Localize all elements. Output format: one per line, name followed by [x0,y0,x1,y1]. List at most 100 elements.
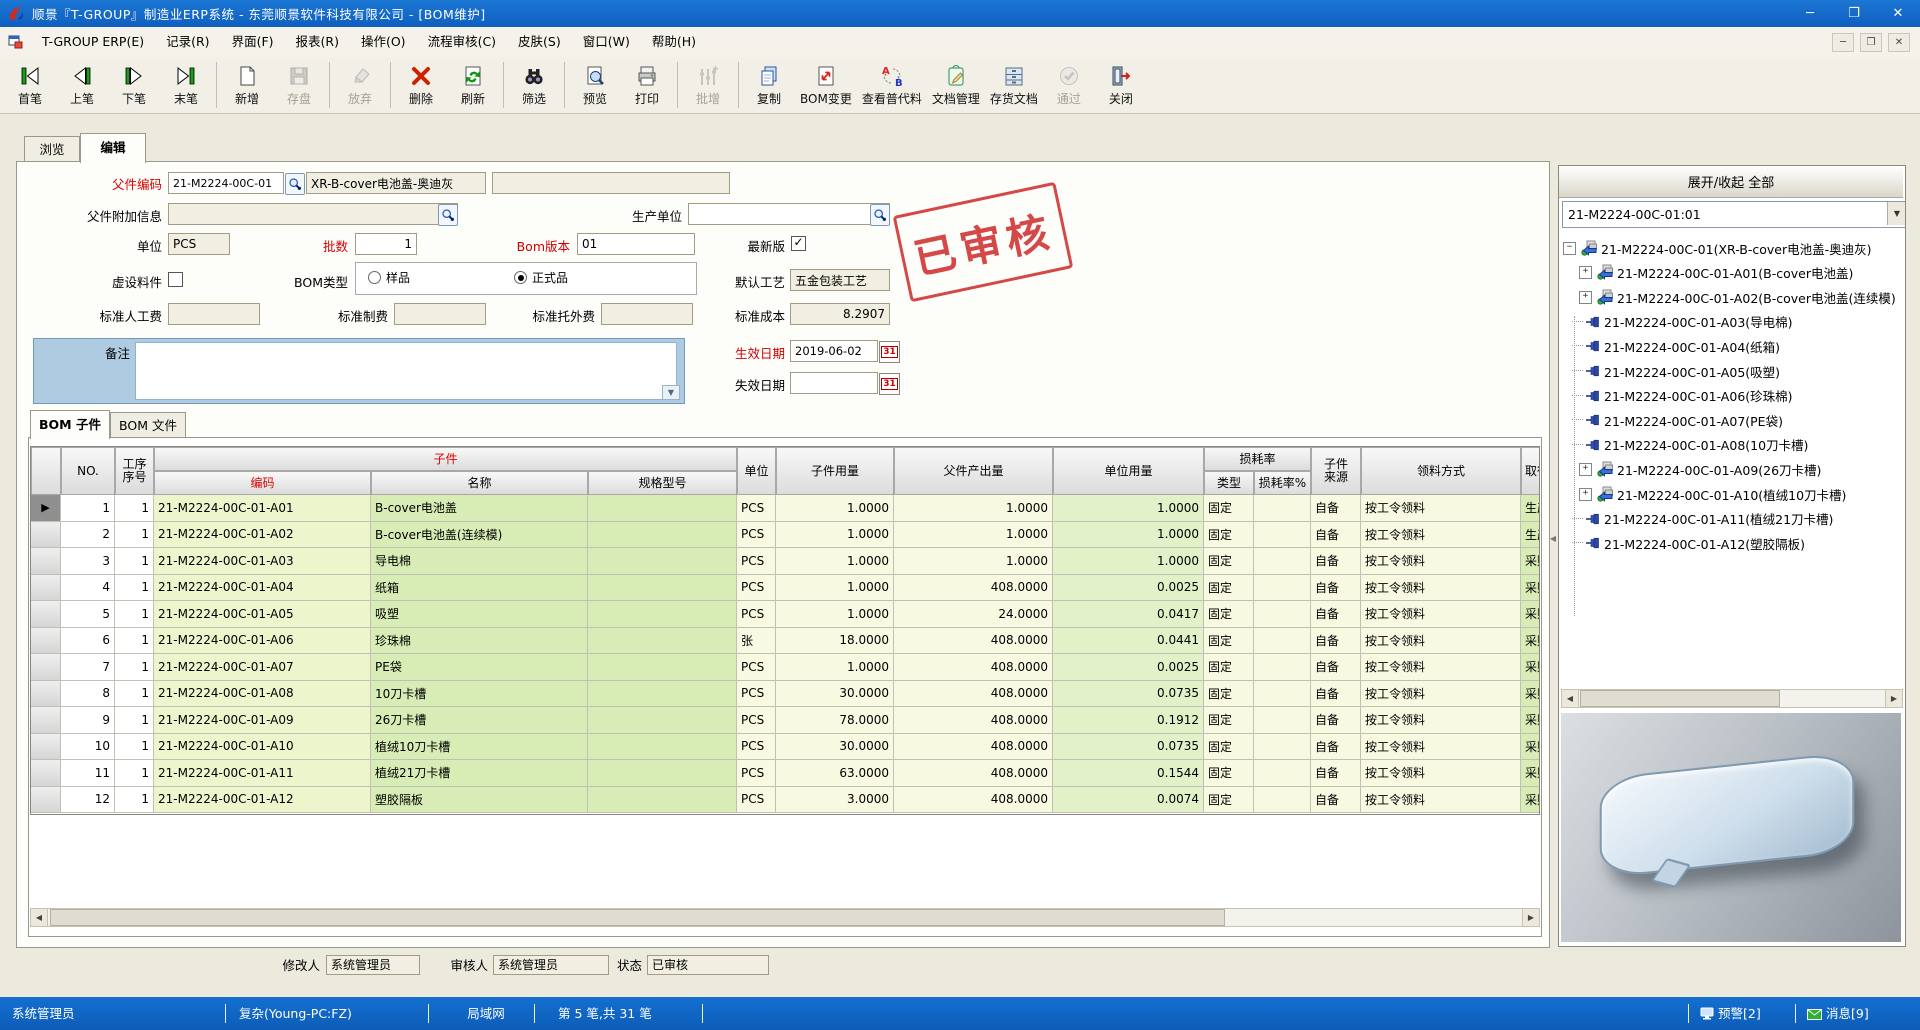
grid-cell[interactable]: 植绒10刀卡槽 [371,734,588,761]
prod-unit-lookup-button[interactable] [870,204,890,226]
tab-bom-file[interactable]: BOM 文件 [110,412,186,439]
grid-cell[interactable] [588,734,737,761]
grid-cell[interactable]: 固定 [1204,548,1254,575]
grid-cell[interactable]: 按工令领料 [1361,654,1521,681]
statusbar-alert[interactable]: 预警[2] [1700,997,1761,1030]
grid-hscrollbar[interactable]: ◀ ▶ [30,908,1540,927]
grid-cell[interactable] [1254,760,1311,787]
grid-cell[interactable]: 按工令领料 [1361,522,1521,549]
grid-cell[interactable] [1254,787,1311,814]
grid-cell[interactable]: PCS [737,575,776,602]
row-selector-cell[interactable] [31,628,61,655]
tree-combo[interactable]: 21-M2224-00C-01:01 ▼ [1562,201,1906,228]
batch-input[interactable] [355,233,417,255]
grid-cell[interactable]: 0.0735 [1053,734,1204,761]
grid-cell[interactable]: 导电棉 [371,548,588,575]
grid-cell[interactable]: 按工令领料 [1361,548,1521,575]
tree-node[interactable]: 21-M2224-00C-01-A08(10刀卡槽) [1559,433,1903,457]
grid-cell[interactable]: 固定 [1204,707,1254,734]
tab-bom-child[interactable]: BOM 子件 [30,410,110,439]
grid-cell[interactable]: 21-M2224-00C-01-A02 [154,522,371,549]
grid-cell[interactable]: 1 [115,628,154,655]
grid-cell[interactable] [1254,734,1311,761]
grid-cell[interactable] [588,628,737,655]
table-row[interactable]: 3121-M2224-00C-01-A03导电棉PCS1.00001.00001… [31,548,1540,575]
grid-cell[interactable]: 自备 [1311,601,1361,628]
grid-cell[interactable]: 固定 [1204,654,1254,681]
toolbar-button-nav-last[interactable]: 末笔 [160,59,212,111]
grid-cell[interactable]: 1.0000 [776,654,894,681]
grid-cell[interactable]: 18.0000 [776,628,894,655]
parent-code-lookup-button[interactable] [285,173,305,195]
row-selector-cell[interactable] [31,548,61,575]
scroll-thumb[interactable] [1580,690,1780,707]
tree-node[interactable]: 21-M2224-00C-01-A05(吸塑) [1559,359,1903,383]
grid-cell[interactable]: 1.0000 [776,575,894,602]
grid-cell[interactable]: PCS [737,760,776,787]
table-row[interactable]: 6121-M2224-00C-01-A06珍珠棉张18.0000408.0000… [31,628,1540,655]
tree-node[interactable]: 21-M2224-00C-01-A12(塑胶隔板) [1559,531,1903,555]
grid-cell[interactable]: 21-M2224-00C-01-A08 [154,681,371,708]
grid-cell[interactable]: 1.0000 [776,548,894,575]
expire-date-input[interactable] [790,372,878,394]
toolbar-button-nav-prev[interactable]: 上笔 [56,59,108,111]
grid-cell[interactable]: 1 [115,495,154,522]
tree-node[interactable]: 21-M2224-00C-01-A04(纸箱) [1559,334,1903,358]
grid-cell[interactable]: 自备 [1311,495,1361,522]
grid-cell[interactable]: 按工令领料 [1361,787,1521,814]
grid-cell[interactable]: 1 [61,495,115,522]
grid-cell[interactable]: 1 [115,601,154,628]
menu-item-6[interactable]: 皮肤(S) [507,31,572,53]
grid-cell[interactable]: 0.0441 [1053,628,1204,655]
grid-cell[interactable]: 1.0000 [894,548,1053,575]
grid-cell[interactable]: 0.0025 [1053,654,1204,681]
grid-cell[interactable]: PCS [737,681,776,708]
row-selector-cell[interactable] [31,654,61,681]
menu-item-3[interactable]: 报表(R) [285,31,350,53]
grid-cell[interactable]: 1.0000 [776,601,894,628]
mdi-restore-button[interactable]: ❐ [1860,33,1882,52]
grid-cell[interactable]: 408.0000 [894,707,1053,734]
menu-item-0[interactable]: T-GROUP ERP(E) [31,31,155,53]
toolbar-button-inv-doc[interactable]: 存货文档 [985,59,1043,111]
scroll-thumb[interactable] [50,909,1225,926]
grid-cell[interactable]: 408.0000 [894,628,1053,655]
grid-cell[interactable] [588,575,737,602]
scroll-right-icon[interactable]: ▶ [1885,690,1902,707]
table-row[interactable]: 7121-M2224-00C-01-A07PE袋PCS1.0000408.000… [31,654,1540,681]
virtual-part-checkbox[interactable] [168,272,183,287]
parent-extra-lookup-button[interactable] [438,204,458,226]
row-selector-cell[interactable]: ▶ [31,495,61,522]
grid-cell[interactable] [588,654,737,681]
grid-cell[interactable]: 63.0000 [776,760,894,787]
grid-cell[interactable]: 按工令领料 [1361,760,1521,787]
grid-cell[interactable]: 21-M2224-00C-01-A10 [154,734,371,761]
expand-icon[interactable]: + [1579,291,1592,304]
table-row[interactable]: 11121-M2224-00C-01-A11植绒21刀卡槽PCS63.00004… [31,760,1540,787]
grid-cell[interactable]: 21-M2224-00C-01-A09 [154,707,371,734]
grid-cell[interactable]: 408.0000 [894,654,1053,681]
grid-cell[interactable]: 408.0000 [894,787,1053,814]
expand-icon[interactable]: + [1579,488,1592,501]
grid-cell[interactable]: 采购 [1521,707,1540,734]
bom-type-formal-radio[interactable]: 正式品 [514,269,568,286]
grid-cell[interactable] [588,495,737,522]
grid-cell[interactable]: 21-M2224-00C-01-A01 [154,495,371,522]
collapse-left-icon[interactable]: ◀ [1550,534,1556,543]
grid-cell[interactable]: 塑胶隔板 [371,787,588,814]
minimize-button[interactable]: ─ [1788,0,1832,27]
grid-cell[interactable]: 1 [115,522,154,549]
grid-cell[interactable]: 1.0000 [1053,522,1204,549]
grid-cell[interactable]: 采购 [1521,601,1540,628]
grid-cell[interactable]: 1 [115,734,154,761]
grid-cell[interactable]: 21-M2224-00C-01-A06 [154,628,371,655]
mdi-minimize-button[interactable]: ─ [1832,33,1854,52]
grid-cell[interactable]: 1.0000 [776,522,894,549]
effective-date-calendar-button[interactable]: 31 [879,341,900,363]
grid-cell[interactable]: 自备 [1311,548,1361,575]
grid-cell[interactable]: 21-M2224-00C-01-A12 [154,787,371,814]
grid-cell[interactable]: 固定 [1204,734,1254,761]
grid-cell[interactable] [1254,522,1311,549]
grid-cell[interactable]: 0.1912 [1053,707,1204,734]
menu-item-8[interactable]: 帮助(H) [641,31,707,53]
